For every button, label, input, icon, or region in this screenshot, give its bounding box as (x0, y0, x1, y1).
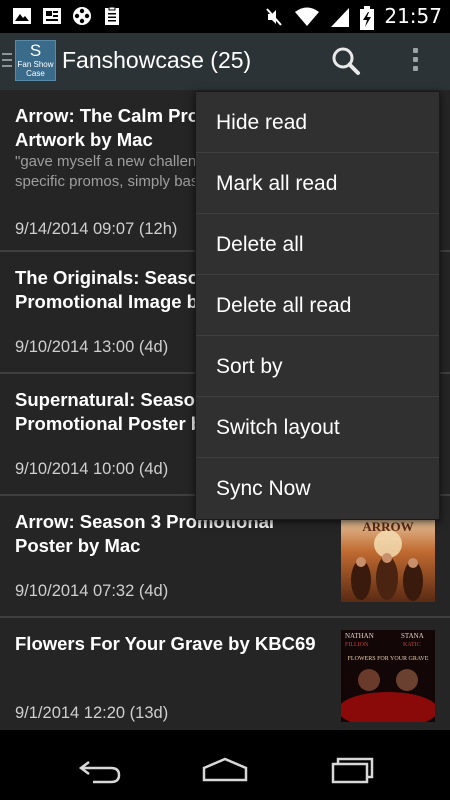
menu-item-delete-all[interactable]: Delete all (196, 214, 439, 275)
home-icon[interactable] (200, 754, 250, 786)
item-date: 9/10/2014 07:32 (4d) (15, 582, 169, 600)
overflow-menu: Hide read Mark all read Delete all Delet… (195, 91, 440, 520)
item-date: 9/14/2014 09:07 (12h) (15, 220, 178, 238)
status-bar: 21:57 (0, 0, 450, 33)
signal-icon (330, 6, 350, 27)
item-date: 9/1/2014 12:20 (13d) (15, 704, 169, 722)
menu-item-delete-all-read[interactable]: Delete all read (196, 275, 439, 336)
action-bar: S Fan Show Case Fanshowcase (25) (0, 33, 450, 90)
menu-item-mark-all-read[interactable]: Mark all read (196, 153, 439, 214)
menu-item-switch-layout[interactable]: Switch layout (196, 397, 439, 458)
item-thumbnail: ARROW (341, 518, 435, 602)
back-icon[interactable] (75, 754, 125, 786)
search-icon[interactable] (330, 45, 362, 77)
status-clock: 21:57 (384, 4, 442, 28)
overflow-icon[interactable] (405, 45, 425, 77)
item-title: Flowers For Your Grave by KBC69 (15, 633, 316, 654)
list-item[interactable]: Flowers For Your Grave by KBC69 9/1/2014… (0, 618, 450, 730)
film-reel-icon (72, 6, 92, 26)
menu-icon[interactable] (2, 53, 12, 69)
menu-item-sync-now[interactable]: Sync Now (196, 458, 439, 519)
app-logo[interactable]: S Fan Show Case (15, 40, 56, 81)
app-logo-text-2: Case (26, 69, 45, 78)
mute-icon (264, 6, 284, 26)
thumb-flowers-text-1: NATHAN (345, 632, 374, 640)
menu-item-sort-by[interactable]: Sort by (196, 336, 439, 397)
thumb-arrow-text: ARROW (362, 519, 413, 534)
thumb-flowers-text-3: FILLION (345, 642, 369, 648)
item-date: 9/10/2014 10:00 (4d) (15, 460, 169, 478)
thumb-flowers-text-5: FLOWERS FOR YOUR GRAVE (348, 656, 429, 662)
item-thumbnail: NATHAN STANA FILLION KATIC FLOWERS FOR Y… (341, 630, 435, 722)
thumb-flowers-text-4: KATIC (403, 642, 421, 648)
app-logo-letter: S (29, 41, 42, 60)
recents-icon[interactable] (327, 754, 377, 786)
app-logo-text-1: Fan Show (17, 60, 54, 69)
navigation-bar (0, 740, 450, 800)
news-icon (42, 6, 62, 26)
app-title[interactable]: Fanshowcase (25) (62, 47, 251, 74)
menu-item-hide-read[interactable]: Hide read (196, 92, 439, 153)
thumb-flowers-text-2: STANA (401, 632, 424, 640)
item-date: 9/10/2014 13:00 (4d) (15, 338, 169, 356)
wifi-icon (294, 6, 320, 26)
battery-charging-icon (360, 6, 375, 30)
clipboard-icon (102, 6, 122, 26)
image-icon (12, 6, 32, 26)
